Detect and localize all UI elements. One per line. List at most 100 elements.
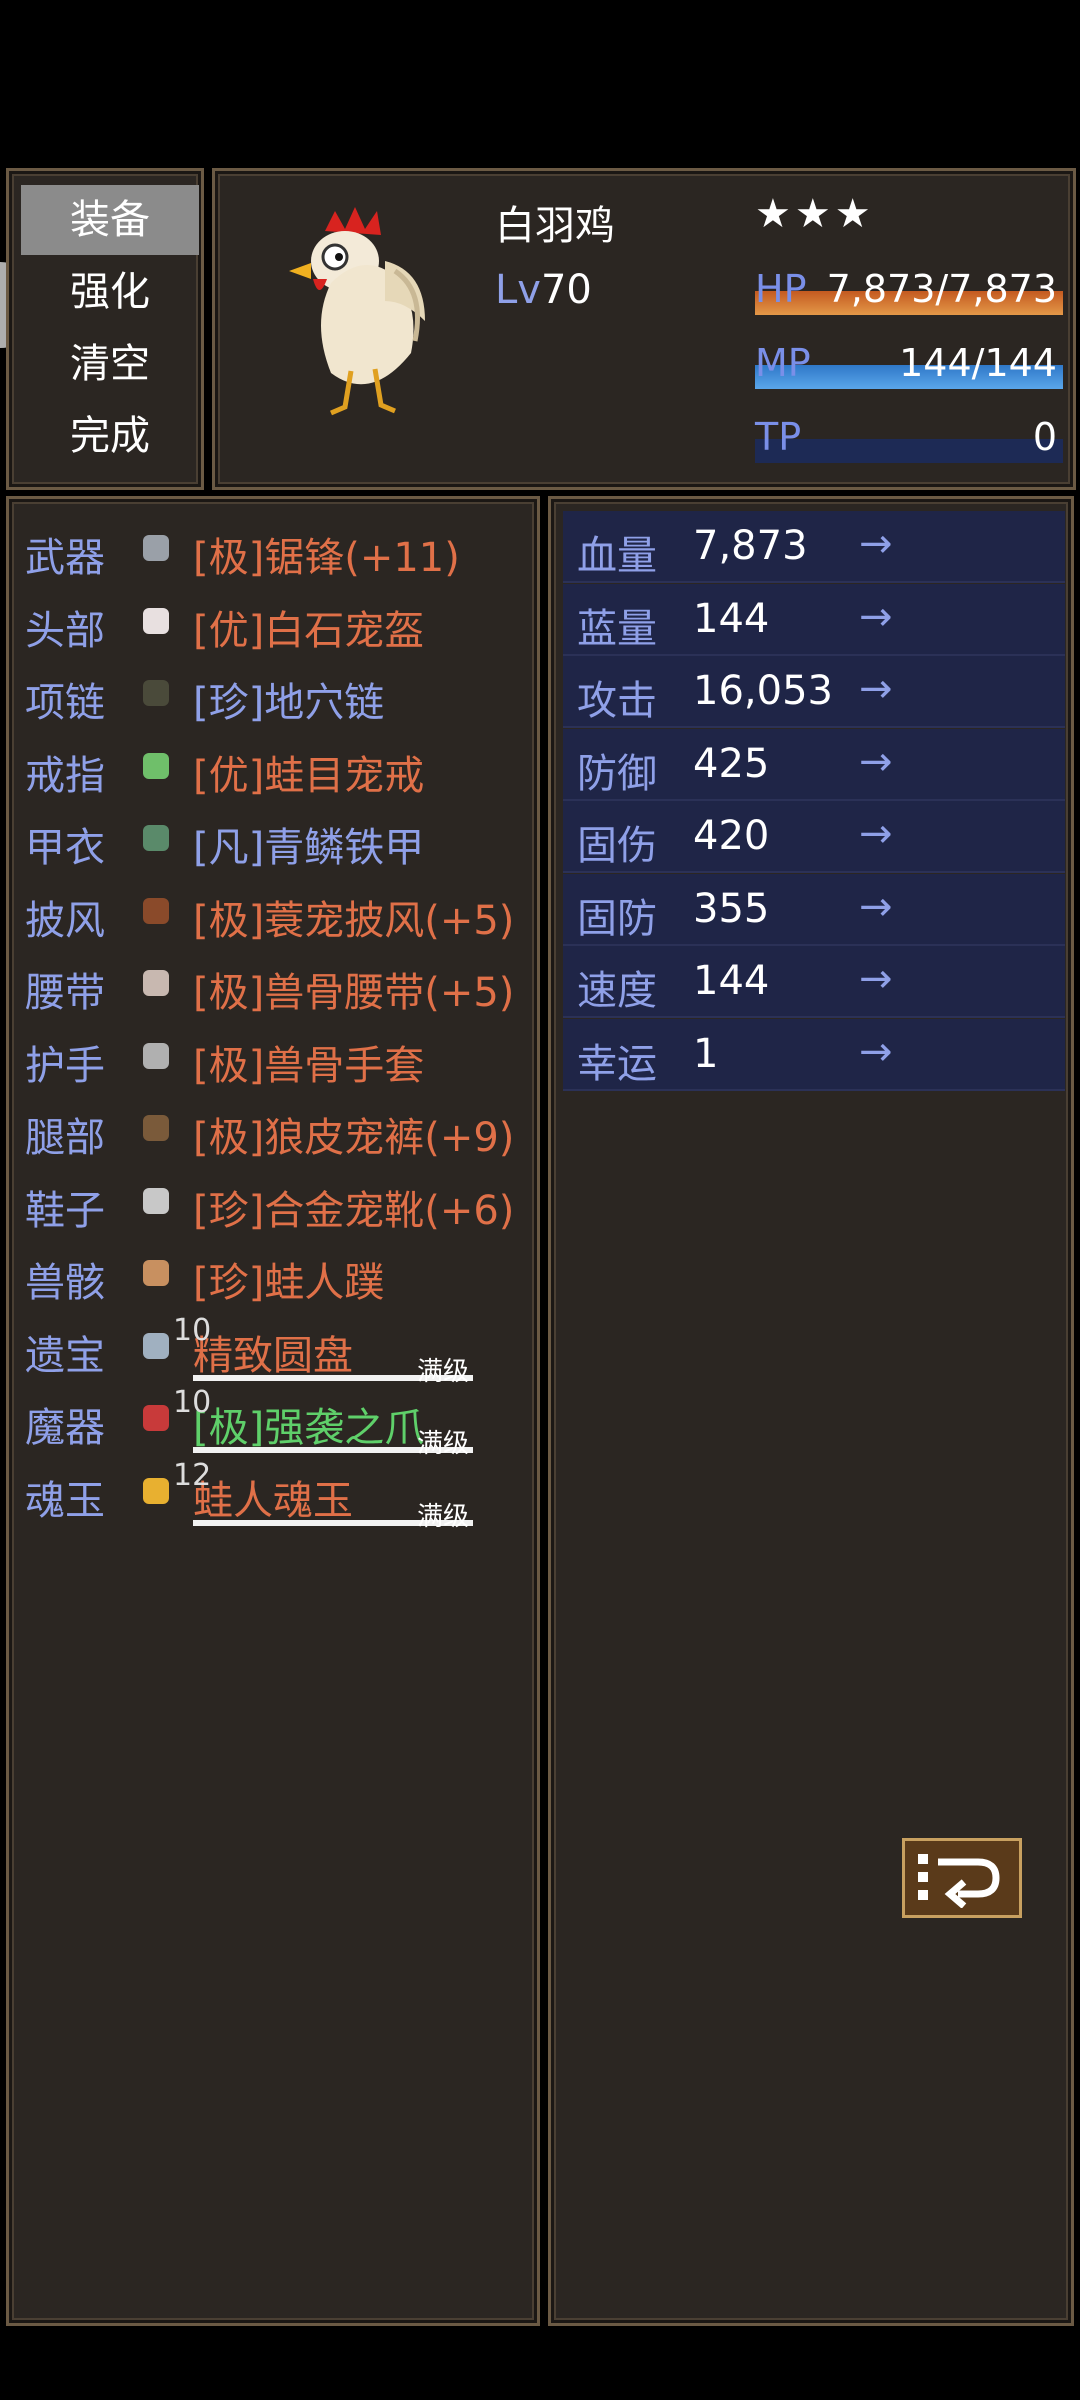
stat-row: 速度 144 → <box>563 946 1065 1018</box>
stat-value: 144 <box>693 595 770 642</box>
stat-value: 420 <box>693 813 770 859</box>
stat-arrow-icon: → <box>859 738 893 785</box>
stat-name: 固伤 <box>577 823 657 869</box>
equipment-name: 蛙人魂玉 <box>193 1477 353 1524</box>
wing-icon <box>135 1252 177 1294</box>
stat-name: 血量 <box>577 533 657 579</box>
pet-name: 白羽鸡 <box>495 203 615 249</box>
stat-value: 355 <box>693 885 770 932</box>
menu-item-enhance[interactable]: 强化 <box>21 257 199 327</box>
stat-row: 固防 355 → <box>563 873 1065 946</box>
equipment-level: 12 <box>173 1457 212 1493</box>
equipment-slot-label: 腰带 <box>25 970 105 1016</box>
hp-bar: HP 7,873/7,873 <box>755 267 1063 317</box>
equipment-row[interactable]: 武器 [极]锯锋(+11) <box>25 513 535 585</box>
equipment-level: 10 <box>173 1385 212 1420</box>
equipment-row[interactable]: 魔器 [极]强袭之爪 10 满级 <box>25 1383 535 1459</box>
equipment-name: [极]蓑宠披风(+5) <box>193 897 515 944</box>
menu-item-done[interactable]: 完成 <box>21 401 199 471</box>
ring-icon <box>135 745 177 787</box>
equipment-slot-label: 戒指 <box>25 752 105 799</box>
stat-row: 蓝量 144 → <box>563 583 1065 656</box>
equipment-panel: 武器 [极]锯锋(+11) 头部 [优]白石宠盔 项链 [珍]地穴链 戒指 [优]蛙目宠戒 甲衣… <box>6 496 540 2326</box>
level-value: 70 <box>540 267 592 313</box>
equipment-slot-label: 护手 <box>25 1042 105 1089</box>
stat-row: 幸运 1 → <box>563 1018 1065 1091</box>
equipment-row[interactable]: 头部 [优]白石宠盔 <box>25 586 535 658</box>
equipment-slot-label: 项链 <box>25 680 105 726</box>
max-level-badge: 满级 <box>417 1356 470 1387</box>
equipment-row[interactable]: 披风 [极]蓑宠披风(+5) <box>25 876 535 948</box>
tp-label: TP <box>755 415 802 459</box>
stat-value: 425 <box>693 740 770 787</box>
equipment-slot-label: 魂玉 <box>25 1477 105 1524</box>
equipment-name: [极]锯锋(+11) <box>193 535 460 581</box>
tp-bar: TP 0 <box>755 415 1063 465</box>
equipment-row[interactable]: 甲衣 [凡]青鳞铁甲 <box>25 803 535 875</box>
tp-value: 0 <box>1032 415 1057 459</box>
equipment-name: [凡]青鳞铁甲 <box>193 825 425 871</box>
equipment-name: [珍]合金宠靴(+6) <box>193 1187 515 1234</box>
equipment-slot-label: 武器 <box>25 535 105 581</box>
rooster-portrait-icon <box>289 207 425 416</box>
equipment-name: [极]兽骨腰带(+5) <box>193 970 515 1016</box>
equipment-row[interactable]: 腰带 [极]兽骨腰带(+5) <box>25 948 535 1020</box>
necklace-icon <box>135 672 177 714</box>
menu-item-clear[interactable]: 清空 <box>21 329 199 399</box>
stat-name: 幸运 <box>577 1040 657 1087</box>
equipment-name: [珍]蛙人蹼 <box>193 1260 385 1306</box>
tp-track <box>755 439 1063 463</box>
stat-name: 速度 <box>577 968 657 1014</box>
equipment-slot-label: 甲衣 <box>25 825 105 871</box>
equipment-row[interactable]: 魂玉 蛙人魂玉 12 满级 <box>25 1456 535 1532</box>
boots-icon <box>135 1180 177 1222</box>
equipment-name: [极]强袭之爪 <box>193 1405 425 1451</box>
stat-value: 16,053 <box>693 668 833 714</box>
menu-item-equip[interactable]: 装备 <box>21 185 199 255</box>
stat-value: 144 <box>693 958 770 1004</box>
pet-info-panel: 白羽鸡 ★★★ Lv70 HP 7,873/7,873 MP 144/144 T… <box>212 168 1076 490</box>
disc-icon <box>135 1325 177 1367</box>
equipment-name: [优]蛙目宠戒 <box>193 752 425 799</box>
equipment-row[interactable]: 腿部 [极]狼皮宠裤(+9) <box>25 1093 535 1165</box>
equipment-slot-label: 腿部 <box>25 1115 105 1161</box>
equipment-row[interactable]: 戒指 [优]蛙目宠戒 <box>25 731 535 803</box>
stat-arrow-icon: → <box>859 956 893 1002</box>
equipment-row[interactable]: 鞋子 [珍]合金宠靴(+6) <box>25 1166 535 1238</box>
mp-bar: MP 144/144 <box>755 341 1063 391</box>
equipment-name: [珍]地穴链 <box>193 680 385 726</box>
belt-icon <box>135 962 177 1004</box>
stat-row: 攻击 16,053 → <box>563 656 1065 728</box>
hp-value: 7,873/7,873 <box>826 267 1057 311</box>
equipment-slot-label: 披风 <box>25 897 105 944</box>
cloak-icon <box>135 890 177 932</box>
stat-arrow-icon: → <box>859 883 893 930</box>
equipment-name: [极]兽骨手套 <box>193 1042 425 1089</box>
stat-value: 7,873 <box>693 523 808 569</box>
equipment-row[interactable]: 护手 [极]兽骨手套 <box>25 1021 535 1093</box>
equipment-slot-label: 魔器 <box>25 1405 105 1451</box>
max-level-badge: 满级 <box>417 1501 470 1532</box>
mp-label: MP <box>755 341 811 385</box>
sword-icon <box>135 527 177 569</box>
equipment-slot-label: 头部 <box>25 607 105 654</box>
equipment-name: [优]白石宠盔 <box>193 607 425 654</box>
stat-arrow-icon: → <box>859 593 893 640</box>
stat-row: 防御 425 → <box>563 728 1065 801</box>
return-button[interactable] <box>902 1838 1022 1918</box>
equipment-row[interactable]: 项链 [珍]地穴链 <box>25 658 535 730</box>
level-prefix: Lv <box>495 267 541 313</box>
equipment-row[interactable]: 兽骸 [珍]蛙人蹼 <box>25 1238 535 1310</box>
pet-level: Lv70 <box>495 267 592 313</box>
equipment-row[interactable]: 遗宝 精致圆盘 10 满级 <box>25 1311 535 1387</box>
helmet-icon <box>135 600 177 642</box>
stat-arrow-icon: → <box>859 666 893 712</box>
stats-panel: 血量 7,873 → 蓝量 144 → 攻击 16,053 → 防御 425 → 固伤 420 → 固防 355… <box>548 496 1074 2326</box>
equipment-slot-label: 遗宝 <box>25 1332 105 1379</box>
jade-icon <box>135 1470 177 1512</box>
star-rating: ★★★ <box>755 191 875 237</box>
armor-icon <box>135 817 177 859</box>
stat-row: 固伤 420 → <box>563 801 1065 873</box>
return-icon <box>918 1854 1000 1908</box>
claw-icon <box>135 1397 177 1439</box>
